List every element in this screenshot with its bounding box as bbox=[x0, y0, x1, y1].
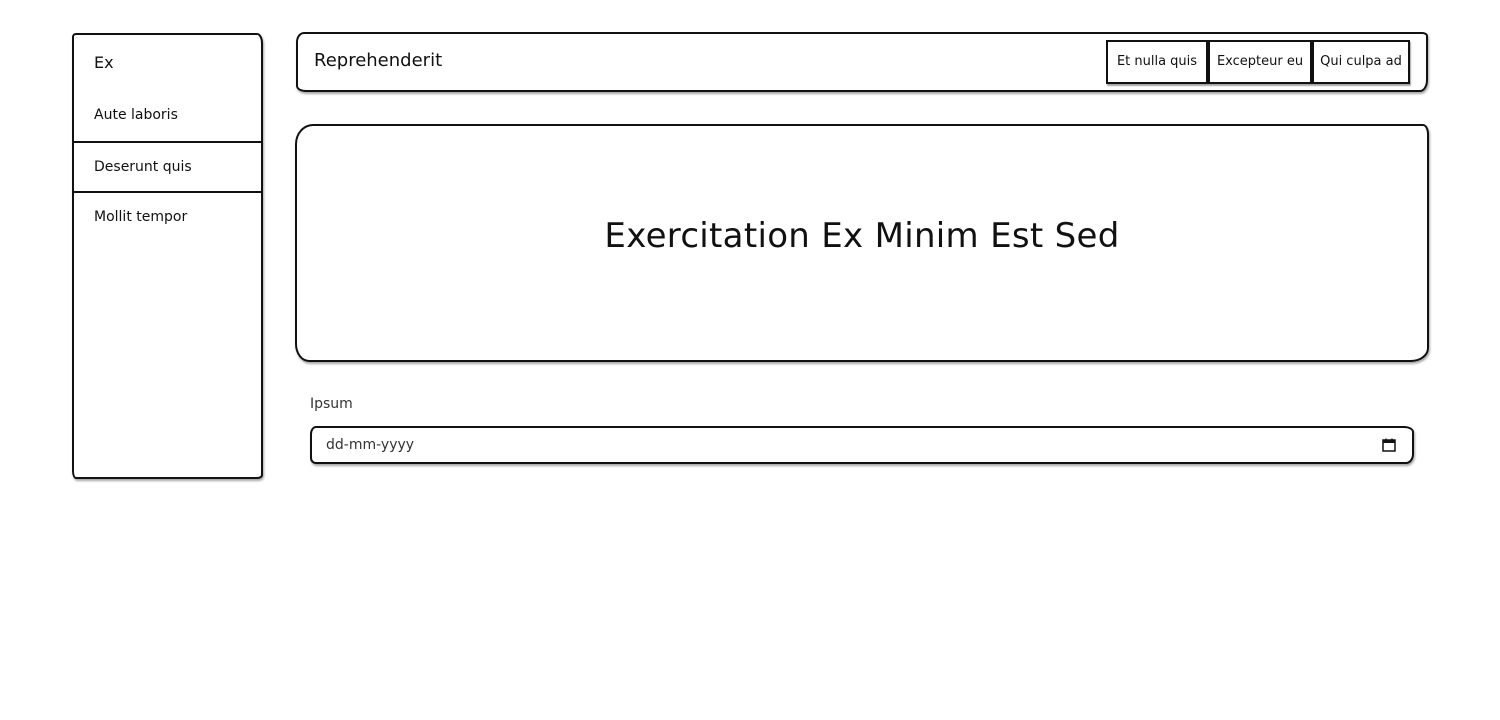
sidebar-item-mollit-tempor[interactable]: Mollit tempor bbox=[74, 193, 261, 243]
sidebar-item-deserunt-quis[interactable]: Deserunt quis bbox=[74, 143, 261, 193]
sidebar-brand[interactable]: Ex bbox=[94, 53, 114, 72]
nav-button-et-nulla-quis[interactable]: Et nulla quis bbox=[1106, 40, 1208, 84]
sidebar: Ex Aute laboris Deserunt quis Mollit tem… bbox=[72, 33, 263, 479]
date-input-value: dd-mm-yyyy bbox=[326, 437, 415, 453]
hero-title: Exercitation Ex Minim Est Sed bbox=[604, 216, 1120, 256]
nav-button-excepteur-eu[interactable]: Excepteur eu bbox=[1208, 40, 1312, 84]
date-input[interactable]: dd-mm-yyyy bbox=[310, 426, 1414, 464]
top-navbar: Reprehenderit Et nulla quis Excepteur eu… bbox=[296, 32, 1428, 92]
nav-button-qui-culpa-ad[interactable]: Qui culpa ad bbox=[1312, 40, 1410, 84]
sidebar-item-aute-laboris[interactable]: Aute laboris bbox=[74, 91, 261, 143]
navbar-title[interactable]: Reprehenderit bbox=[314, 50, 442, 71]
hero-banner: Exercitation Ex Minim Est Sed bbox=[295, 124, 1429, 362]
date-field-label: Ipsum bbox=[310, 396, 353, 412]
calendar-icon[interactable] bbox=[1382, 438, 1396, 452]
